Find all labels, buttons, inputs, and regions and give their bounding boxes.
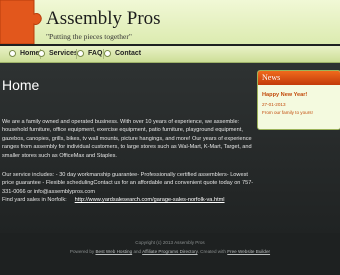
- footer-link-affiliate[interactable]: Affiliate Programs Directory: [142, 249, 197, 254]
- yard-sale-link[interactable]: http://www.yardsalesearch.com/garage-sal…: [75, 197, 225, 203]
- main-navigation: Home Services FAQ Contact: [0, 46, 340, 63]
- nav-bullet-icon: [9, 49, 16, 57]
- footer-credits: Powered by Best Web Hosting and Affiliat…: [0, 249, 340, 254]
- nav-bullet-icon: [77, 49, 84, 57]
- nav-item-label: FAQ: [88, 50, 103, 57]
- footer-link-builder[interactable]: Free Website Builder: [227, 249, 270, 254]
- nav-item-label: Services: [49, 50, 78, 57]
- nav-item-label: Home: [20, 50, 40, 57]
- site-tagline: "Putting the pieces together": [46, 32, 132, 41]
- news-heading: News: [258, 71, 340, 85]
- nav-item-contact[interactable]: Contact: [104, 49, 141, 59]
- footer-copyright: Copyright (c) 2013 Assembly Pros: [135, 240, 205, 245]
- news-item-body: From our family to yours!: [262, 110, 313, 115]
- footer-link-hosting[interactable]: Best Web Hosting: [95, 249, 132, 254]
- nav-bullet-icon: [104, 49, 111, 57]
- nav-item-label: Contact: [115, 50, 142, 57]
- services-paragraph: Our service includes: - 30 day workmansh…: [2, 172, 254, 195]
- nav-item-faq[interactable]: FAQ: [77, 49, 102, 59]
- footer-created-with: . Created with: [197, 249, 226, 254]
- yard-sale-line: Find yard sales in Norfolk: http://www.ya…: [2, 196, 332, 204]
- footer-and: and: [133, 249, 142, 254]
- news-panel: News Happy New Year! 27-01-2013 From our…: [257, 70, 340, 130]
- intro-paragraph: We are a family owned and operated busin…: [2, 119, 252, 159]
- site-header: Assembly Pros "Putting the pieces togeth…: [0, 0, 340, 44]
- nav-bullet-icon: [38, 49, 45, 57]
- puzzle-piece-logo-icon: [0, 0, 42, 44]
- site-title: Assembly Pros: [46, 8, 161, 29]
- footer-powered-by: Powered by: [69, 249, 95, 254]
- page-title: Home: [2, 77, 40, 93]
- nav-item-services[interactable]: Services: [38, 49, 78, 59]
- yard-sale-label: Find yard sales in Norfolk:: [2, 197, 67, 203]
- nav-item-home[interactable]: Home: [9, 49, 39, 59]
- news-item-date: 27-01-2013: [262, 102, 286, 107]
- news-item-title: Happy New Year!: [262, 92, 308, 98]
